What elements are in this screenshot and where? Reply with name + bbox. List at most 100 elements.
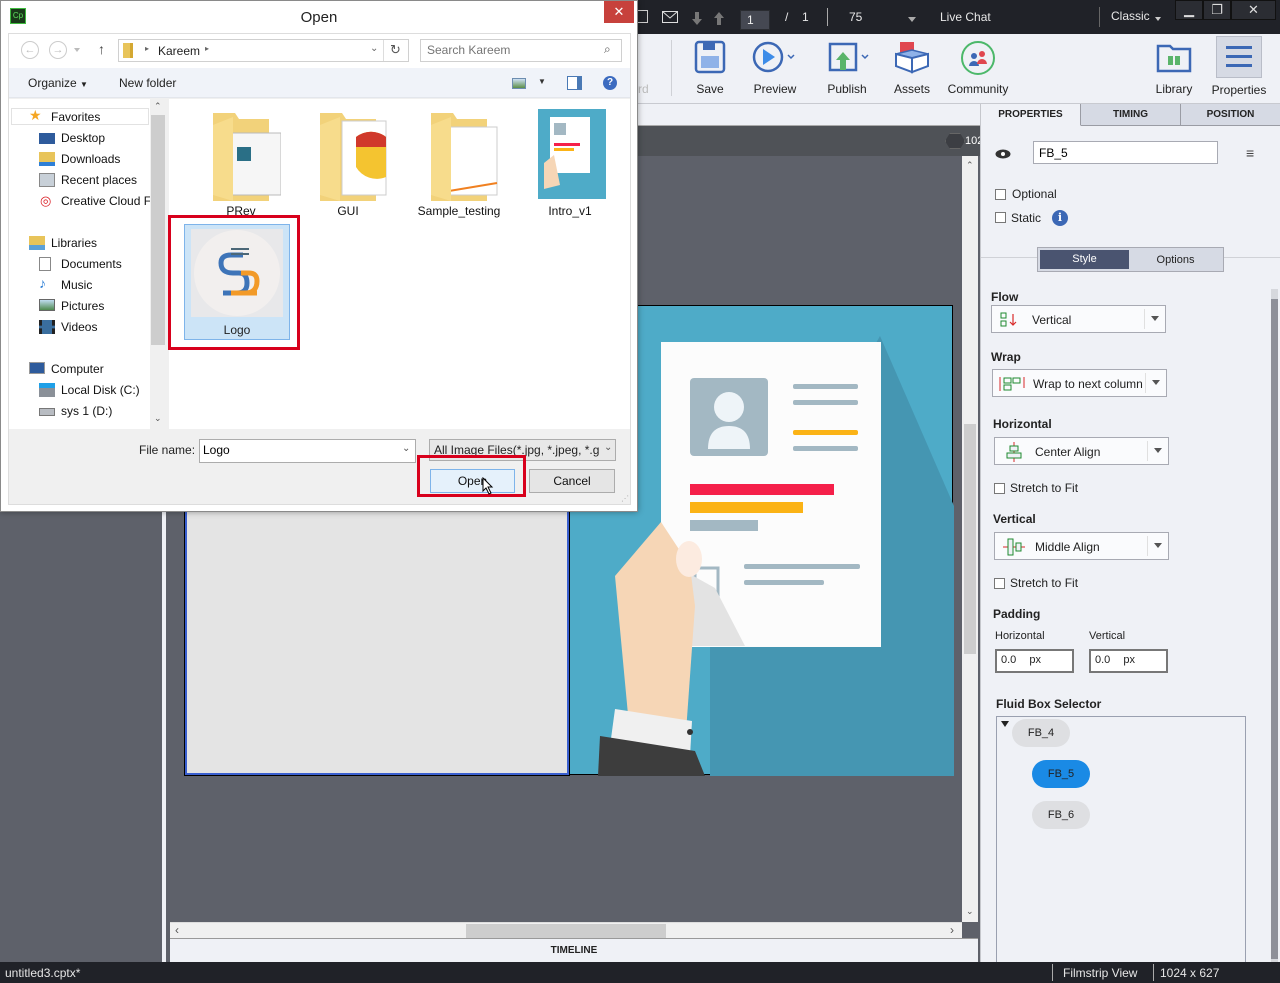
subtab-style[interactable]: Style	[1040, 250, 1129, 269]
nav-documents[interactable]: Documents	[39, 257, 122, 271]
dialog-title-bar[interactable]: Cp Open ✕	[1, 1, 637, 33]
back-button[interactable]: ←	[21, 41, 39, 59]
nav-music[interactable]: ♪ Music	[39, 275, 92, 292]
forward-button[interactable]: →	[49, 41, 67, 59]
dialog-close-button[interactable]: ✕	[604, 1, 634, 23]
close-window-button[interactable]: ✕	[1231, 0, 1276, 20]
nav-downloads[interactable]: Downloads	[39, 152, 120, 166]
tab-timing[interactable]: TIMING	[1081, 104, 1181, 126]
publish-button[interactable]: Publish	[812, 40, 882, 96]
change-view-icon[interactable]	[512, 78, 526, 89]
properties-button[interactable]: Properties	[1212, 36, 1266, 97]
zoom-dropdown-icon[interactable]	[908, 17, 916, 22]
scroll-thumb[interactable]	[964, 424, 976, 654]
fluid-box-item-selected[interactable]: FB_5	[1032, 760, 1090, 788]
minimize-button[interactable]: ▁	[1175, 0, 1203, 20]
address-dropdown-icon[interactable]: ⌄	[370, 43, 378, 54]
scroll-down-icon[interactable]: ⌄	[154, 413, 162, 424]
view-dropdown-icon[interactable]: ▼	[538, 77, 546, 86]
tab-position[interactable]: POSITION	[1181, 104, 1280, 126]
expand-triangle-icon[interactable]	[1001, 721, 1009, 727]
wrap-dropdown[interactable]: Wrap to next column	[992, 369, 1167, 397]
breadcrumb-arrow-icon[interactable]: ▸	[205, 44, 209, 53]
arrow-up-icon[interactable]	[713, 12, 725, 25]
help-icon[interactable]: ?	[603, 76, 617, 90]
fluid-box-item[interactable]: FB_6	[1032, 801, 1090, 829]
visibility-eye-icon[interactable]	[995, 149, 1011, 159]
subtab-options[interactable]: Options	[1131, 250, 1220, 269]
refresh-icon[interactable]: ↻	[390, 42, 401, 58]
recent-locations-icon[interactable]	[74, 48, 80, 52]
nav-desktop[interactable]: Desktop	[39, 131, 105, 145]
live-chat-link[interactable]: Live Chat	[940, 10, 991, 24]
timeline-bar[interactable]: TIMELINE	[170, 938, 978, 962]
search-icon[interactable]: ⌕	[604, 42, 611, 57]
ruler-handle-icon[interactable]	[945, 133, 965, 149]
resize-grip-icon[interactable]: ⋰	[621, 494, 629, 503]
padding-vertical-input[interactable]: 0.0 px	[1089, 649, 1168, 673]
file-item-prev[interactable]: PRev	[186, 107, 296, 218]
object-name-input[interactable]	[1033, 141, 1218, 164]
search-input[interactable]	[427, 43, 597, 57]
nav-local-disk[interactable]: Local Disk (C:)	[39, 383, 140, 397]
nav-sys1-drive[interactable]: sys 1 (D:)	[39, 404, 112, 418]
community-button[interactable]: Community	[943, 40, 1013, 96]
workspace-selector[interactable]: Classic	[1111, 9, 1150, 23]
zoom-value[interactable]: 75	[849, 10, 862, 24]
cancel-button[interactable]: Cancel	[529, 469, 615, 493]
arrow-down-icon[interactable]	[691, 12, 703, 25]
page-number-input[interactable]	[740, 10, 770, 30]
mail-icon[interactable]	[662, 11, 678, 23]
nav-libraries[interactable]: Libraries	[29, 236, 97, 250]
nav-favorites[interactable]: ★ Favorites	[29, 107, 100, 124]
horizontal-align-dropdown[interactable]: Center Align	[994, 437, 1169, 465]
padding-horizontal-input[interactable]: 0.0 px	[995, 649, 1074, 673]
scroll-left-icon[interactable]: ‹	[175, 923, 179, 937]
nav-scrollbar[interactable]: ⌃ ⌄	[150, 99, 166, 429]
preview-pane-icon[interactable]	[567, 76, 582, 90]
restore-button[interactable]: ❐	[1203, 0, 1231, 20]
filmstrip-view-button[interactable]: Filmstrip View	[1063, 966, 1137, 980]
scroll-right-icon[interactable]: ›	[950, 923, 954, 937]
assets-button[interactable]: Assets	[877, 40, 947, 96]
new-folder-button[interactable]: New folder	[119, 76, 176, 90]
tab-properties[interactable]: PROPERTIES	[981, 104, 1081, 126]
scroll-thumb[interactable]	[151, 115, 165, 345]
nav-videos[interactable]: Videos	[39, 320, 97, 334]
filename-input[interactable]	[203, 443, 383, 457]
flow-dropdown[interactable]: Vertical	[991, 305, 1166, 333]
save-button[interactable]: Save	[675, 40, 745, 96]
address-box[interactable]: ▸ Kareem ▸ ⌄ ↻	[118, 39, 409, 62]
library-button[interactable]: Library	[1139, 40, 1209, 96]
nav-computer[interactable]: Computer	[29, 362, 104, 376]
filename-combobox[interactable]: ⌄	[199, 439, 416, 463]
fluid-box-item[interactable]: FB_4	[1012, 719, 1070, 747]
stage-vertical-scrollbar[interactable]: ⌃ ⌄	[962, 156, 978, 922]
chevron-down-icon[interactable]: ⌄	[402, 443, 410, 454]
file-item-sample-testing[interactable]: Sample_testing	[404, 107, 514, 218]
nav-creative-cloud[interactable]: Creative Cloud Fi	[61, 194, 157, 208]
scroll-down-icon[interactable]: ⌄	[966, 906, 974, 917]
breadcrumb-kareem[interactable]: Kareem	[158, 44, 200, 58]
panel-menu-icon[interactable]: ≡	[1246, 145, 1254, 161]
file-item-gui[interactable]: GUI	[293, 107, 403, 218]
static-checkbox[interactable]	[995, 212, 1006, 223]
vertical-stretch-checkbox[interactable]	[994, 578, 1005, 589]
chevron-down-icon[interactable]: ⌄	[604, 442, 613, 453]
file-item-intro-v1[interactable]: Intro_v1	[515, 107, 625, 218]
up-arrow-icon[interactable]: ↑	[98, 41, 105, 57]
organize-button[interactable]: Organize ▼	[28, 76, 88, 90]
scroll-up-icon[interactable]: ⌃	[966, 160, 974, 171]
nav-pictures[interactable]: Pictures	[39, 299, 104, 313]
scroll-thumb[interactable]	[466, 924, 666, 938]
info-icon[interactable]: i	[1052, 210, 1068, 226]
preview-button[interactable]: Preview	[740, 40, 810, 96]
search-box[interactable]: ⌕	[420, 39, 622, 62]
panel-scrollbar[interactable]	[1271, 289, 1278, 962]
optional-checkbox[interactable]	[995, 189, 1006, 200]
scroll-up-icon[interactable]: ⌃	[154, 101, 162, 112]
workspace-dropdown-icon[interactable]	[1155, 17, 1161, 21]
stage-horizontal-scrollbar[interactable]: ‹ ›	[170, 922, 962, 938]
nav-recent-places[interactable]: Recent places	[39, 173, 137, 187]
vertical-align-dropdown[interactable]: Middle Align	[994, 532, 1169, 560]
